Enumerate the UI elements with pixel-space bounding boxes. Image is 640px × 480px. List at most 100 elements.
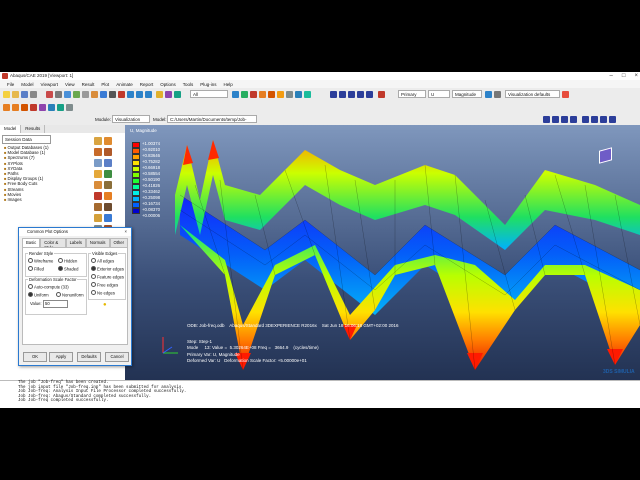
display-group-tool-icon[interactable] <box>104 214 112 222</box>
back-view-icon[interactable] <box>136 91 143 98</box>
plot-symbols-tool-icon[interactable] <box>94 148 102 156</box>
sync-icon[interactable] <box>494 91 501 98</box>
ok-button[interactable]: OK <box>23 352 47 362</box>
menu-plot[interactable]: Plot <box>101 82 109 87</box>
query-icon[interactable] <box>295 91 302 98</box>
display-group-icon[interactable] <box>232 91 239 98</box>
section-icon[interactable] <box>304 91 311 98</box>
menu-help[interactable]: Help <box>224 82 233 87</box>
front-view-icon[interactable] <box>127 91 134 98</box>
save-icon[interactable] <box>21 91 28 98</box>
refresh-icon[interactable] <box>485 91 492 98</box>
pan-icon[interactable] <box>55 91 62 98</box>
zoom-icon[interactable] <box>73 91 80 98</box>
options-icon[interactable] <box>286 91 293 98</box>
radio-shaded[interactable]: Shaded <box>58 266 78 272</box>
menu-file[interactable]: File <box>7 82 14 87</box>
tree-item-images[interactable]: Images <box>4 197 90 202</box>
radio-uniform[interactable]: Uniform <box>28 292 49 298</box>
new-file-icon[interactable] <box>3 91 10 98</box>
allow-multiple-icon[interactable] <box>48 104 55 111</box>
module-select[interactable]: Visualization <box>112 115 150 123</box>
cancel-button[interactable]: Cancel <box>105 352 129 362</box>
dialog-close-icon[interactable]: × <box>125 228 127 236</box>
menu-model[interactable]: Model <box>21 82 33 87</box>
last-step-icon[interactable] <box>570 116 577 123</box>
radio-auto-compute[interactable]: Auto-compute (33) <box>28 284 69 290</box>
box-zoom-icon[interactable] <box>82 91 89 98</box>
frame-next-icon[interactable] <box>600 116 607 123</box>
prev-step-icon[interactable] <box>552 116 559 123</box>
animate-icon[interactable] <box>57 104 64 111</box>
color-icon[interactable] <box>562 91 569 98</box>
frame-prev-icon[interactable] <box>591 116 598 123</box>
perspective-icon[interactable] <box>165 91 172 98</box>
rotate-icon[interactable] <box>64 91 71 98</box>
material-orientation-icon[interactable] <box>39 104 46 111</box>
view-cut-tool-icon[interactable] <box>94 181 102 189</box>
last-frame-icon[interactable] <box>366 91 373 98</box>
variable-select[interactable]: U <box>428 90 450 98</box>
open-icon[interactable] <box>12 91 19 98</box>
menu-options[interactable]: Options <box>160 82 176 87</box>
menu-viewport[interactable]: Viewport <box>41 82 58 87</box>
component-select[interactable]: Magnitude <box>452 90 482 98</box>
odb-display-tool-icon[interactable] <box>94 214 102 222</box>
movie-icon[interactable] <box>378 91 385 98</box>
print-icon[interactable] <box>30 91 37 98</box>
menu-plugins[interactable]: Plug-ins <box>200 82 216 87</box>
cycle-views-icon[interactable] <box>100 91 107 98</box>
frame-start-icon[interactable] <box>582 116 589 123</box>
render-icon[interactable] <box>156 91 163 98</box>
close-icon[interactable]: × <box>634 72 638 80</box>
viewport[interactable]: U, Magnitude +1.00374 +0.92010 +0.83646 <box>125 125 640 408</box>
radio-wireframe[interactable]: Wireframe <box>28 258 53 264</box>
tab-results[interactable]: Results <box>21 125 46 133</box>
plot-options-icon[interactable] <box>66 104 73 111</box>
previous-frame-icon[interactable] <box>339 91 346 98</box>
menu-result[interactable]: Result <box>82 82 95 87</box>
deformed-icon[interactable] <box>3 104 10 111</box>
plot-deformed-tool-icon[interactable] <box>94 137 102 145</box>
first-frame-icon[interactable] <box>330 91 337 98</box>
common-options-tool-icon[interactable] <box>104 192 112 200</box>
apply-button[interactable]: Apply <box>49 352 73 362</box>
plot-material-orient-tool-icon[interactable] <box>104 148 112 156</box>
menu-animate[interactable]: Animate <box>116 82 133 87</box>
minimize-icon[interactable]: – <box>610 72 613 80</box>
viewport-annotations-tool-icon[interactable] <box>104 203 112 211</box>
play-icon[interactable] <box>348 91 355 98</box>
contour-icon[interactable] <box>21 104 28 111</box>
radio-free-edges[interactable]: Free edges <box>91 282 118 288</box>
primary-select[interactable]: Primary <box>398 90 426 98</box>
radio-hidden[interactable]: Hidden <box>58 258 77 264</box>
menu-tools[interactable]: Tools <box>183 82 194 87</box>
radio-all-edges[interactable]: All edges <box>91 258 114 264</box>
auto-fit-icon[interactable] <box>91 91 98 98</box>
xy-data-tool-icon[interactable] <box>94 159 102 167</box>
model-select[interactable]: C:/Users/Martin/Documents/temp/Job-freq.… <box>167 115 257 130</box>
defaults-button[interactable]: Defaults <box>77 352 101 362</box>
xy-plot-tool-icon[interactable] <box>104 159 112 167</box>
iso-view-icon[interactable] <box>145 91 152 98</box>
radio-exterior-edges[interactable]: Exterior edges <box>91 266 124 272</box>
replace-icon[interactable] <box>241 91 248 98</box>
magnify-icon[interactable] <box>109 91 116 98</box>
shaded-icon[interactable] <box>174 91 181 98</box>
tab-model[interactable]: Model <box>0 125 22 133</box>
query-tool-icon[interactable] <box>94 192 102 200</box>
maximize-icon[interactable]: □ <box>622 72 626 80</box>
superimpose-tool-icon[interactable] <box>94 203 102 211</box>
undo-icon[interactable] <box>118 91 125 98</box>
radio-filled[interactable]: Filled <box>28 266 44 272</box>
symbol-icon[interactable] <box>30 104 37 111</box>
intersect-icon[interactable] <box>259 91 266 98</box>
select-icon[interactable] <box>46 91 53 98</box>
first-step-icon[interactable] <box>543 116 550 123</box>
session-select[interactable]: Session Data <box>2 135 51 144</box>
radio-no-edges[interactable]: No edges <box>91 290 115 296</box>
plot-contours-tool-icon[interactable] <box>104 137 112 145</box>
time-history-tool-icon[interactable] <box>104 170 112 178</box>
radio-nonuniform[interactable]: Nonuniform <box>56 292 84 298</box>
animate-tool-icon[interactable] <box>94 170 102 178</box>
